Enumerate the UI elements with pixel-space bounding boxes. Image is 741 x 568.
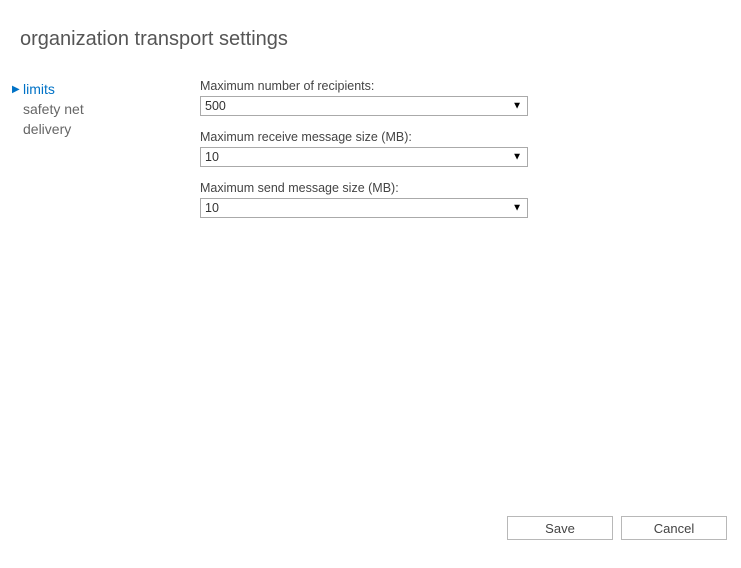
- main-panel: Maximum number of recipients: ▼ Maximum …: [200, 79, 741, 232]
- select-wrap: ▼: [200, 198, 528, 218]
- field-max-receive-size: Maximum receive message size (MB): ▼: [200, 130, 701, 167]
- sidebar-item-delivery[interactable]: ▶ delivery: [12, 119, 200, 139]
- sidebar: ▶ limits ▶ safety net ▶ delivery: [0, 79, 200, 232]
- sidebar-item-label: delivery: [22, 121, 71, 137]
- field-max-recipients: Maximum number of recipients: ▼: [200, 79, 701, 116]
- select-wrap: ▼: [200, 147, 528, 167]
- max-recipients-input[interactable]: [200, 96, 528, 116]
- sidebar-item-limits[interactable]: ▶ limits: [12, 79, 200, 99]
- sidebar-item-safety-net[interactable]: ▶ safety net: [12, 99, 200, 119]
- select-wrap: ▼: [200, 96, 528, 116]
- page-title: organization transport settings: [0, 0, 741, 51]
- field-label: Maximum number of recipients:: [200, 79, 701, 93]
- save-button[interactable]: Save: [507, 516, 613, 540]
- max-send-size-input[interactable]: [200, 198, 528, 218]
- caret-right-icon: ▶: [12, 84, 22, 95]
- field-label: Maximum send message size (MB):: [200, 181, 701, 195]
- field-label: Maximum receive message size (MB):: [200, 130, 701, 144]
- max-receive-size-input[interactable]: [200, 147, 528, 167]
- field-max-send-size: Maximum send message size (MB): ▼: [200, 181, 701, 218]
- footer-buttons: Save Cancel: [507, 516, 727, 540]
- cancel-button[interactable]: Cancel: [621, 516, 727, 540]
- sidebar-item-label: safety net: [22, 101, 84, 117]
- content-area: ▶ limits ▶ safety net ▶ delivery Maximum…: [0, 51, 741, 232]
- sidebar-item-label: limits: [22, 81, 55, 97]
